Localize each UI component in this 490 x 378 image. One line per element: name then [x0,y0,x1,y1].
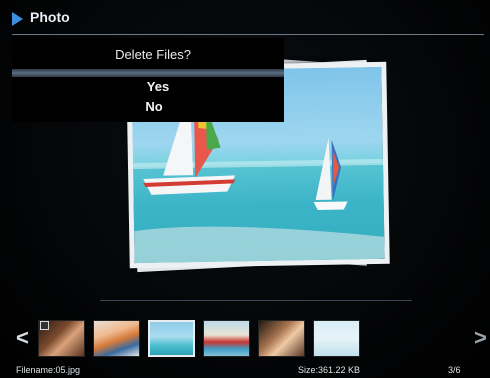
header: Photo [0,0,490,36]
filename-label: Filename:05.jpg [16,365,81,375]
thumbnail-divider [100,300,412,301]
next-arrow-icon[interactable]: > [474,327,487,349]
filesize-label: Size:361.22 KB [298,365,361,375]
photo-counter: 3/6 [448,365,461,375]
delete-dialog: Delete Files? Yes No [12,38,284,122]
play-icon [12,12,23,26]
thumbnail-3-selected[interactable] [148,320,195,357]
page-title: Photo [30,9,70,25]
selection-highlight [12,69,284,77]
thumbnail-4[interactable] [203,320,250,357]
thumbnail-2[interactable] [93,320,140,357]
previous-arrow-icon[interactable]: < [16,327,29,349]
thumbnail-5[interactable] [258,320,305,357]
thumbnail-6[interactable] [313,320,360,357]
screen: Photo Delete Files? Yes No < > Filename:… [0,0,490,378]
no-option[interactable]: No [18,99,290,114]
dialog-question: Delete Files? [115,47,191,62]
checkbox-icon [40,321,49,330]
header-divider [12,34,484,35]
yes-option[interactable]: Yes [22,79,294,94]
